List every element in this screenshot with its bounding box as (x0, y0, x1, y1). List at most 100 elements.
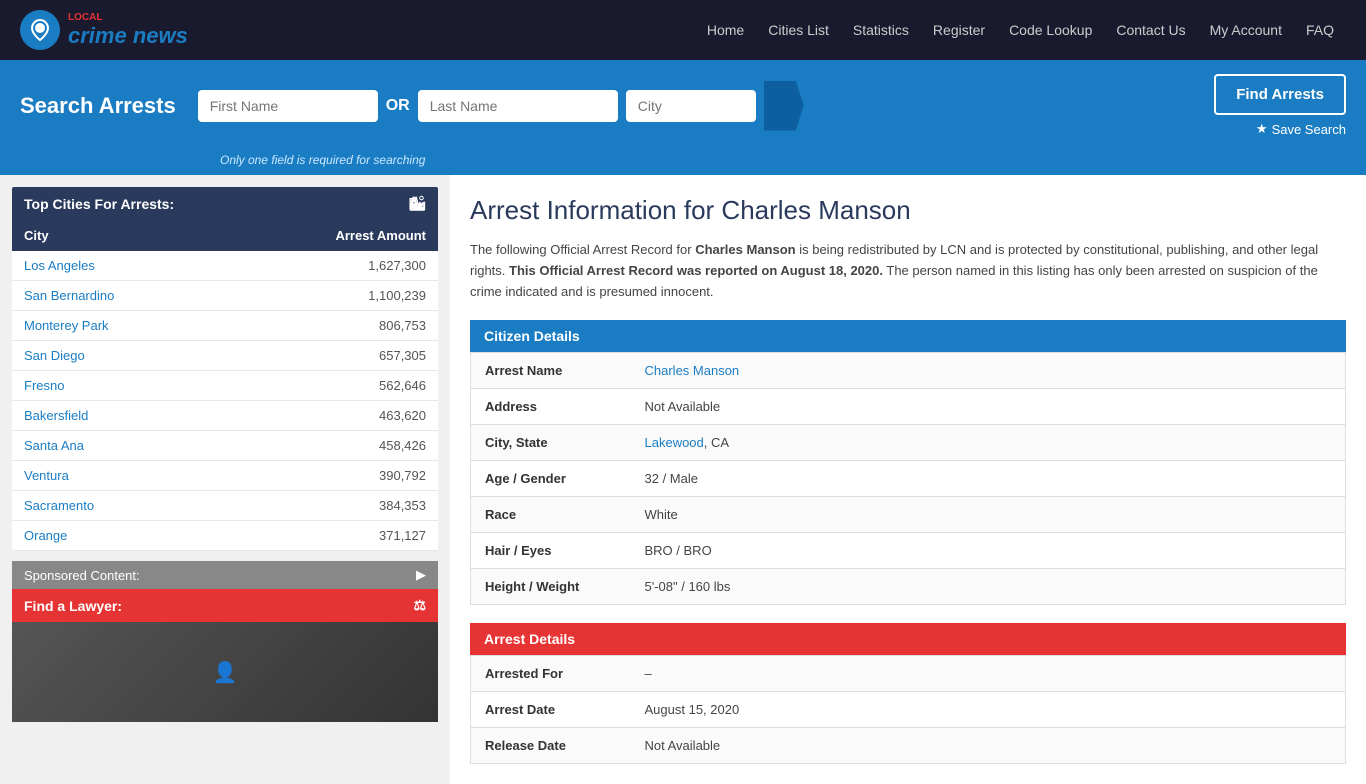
city-link[interactable]: Fresno (24, 378, 64, 393)
find-lawyer-box[interactable]: Find a Lawyer: ⚖ (12, 589, 438, 622)
nav-link-statistics[interactable]: Statistics (841, 0, 921, 60)
detail-label: Arrest Date (471, 692, 631, 728)
city-link[interactable]: Sacramento (24, 498, 94, 513)
play-icon: ▶ (416, 567, 426, 583)
search-hint: Only one field is required for searching (220, 153, 425, 167)
logo[interactable]: LOCAL crime news (20, 10, 188, 50)
last-name-input[interactable] (418, 90, 618, 122)
table-row: Sacramento 384,353 (12, 491, 438, 521)
detail-label: Address (471, 389, 631, 425)
table-row: Fresno 562,646 (12, 371, 438, 401)
city-icon: 🏙 (408, 195, 426, 212)
citizen-details-header: Citizen Details (470, 320, 1346, 352)
arrest-details-table: Arrested For–Arrest DateAugust 15, 2020R… (470, 655, 1346, 764)
arrest-amount: 1,627,300 (225, 251, 438, 281)
city-link[interactable]: San Bernardino (24, 288, 114, 303)
arrest-amount: 371,127 (225, 521, 438, 551)
detail-row: Hair / Eyes BRO / BRO (471, 533, 1346, 569)
city-link[interactable]: San Diego (24, 348, 85, 363)
detail-value: August 15, 2020 (631, 692, 1346, 728)
sponsored-header: Sponsored Content: ▶ (12, 561, 438, 589)
nav-link-home[interactable]: Home (695, 0, 756, 60)
detail-label: Hair / Eyes (471, 533, 631, 569)
table-row: San Bernardino 1,100,239 (12, 281, 438, 311)
save-search-button[interactable]: ★ Save Search (1256, 121, 1346, 137)
detail-row: Height / Weight 5'-08" / 160 lbs (471, 569, 1346, 605)
detail-value-cell: 5'-08" / 160 lbs (631, 569, 1346, 605)
logo-text: LOCAL crime news (68, 12, 188, 49)
detail-value: BRO / BRO (645, 543, 712, 558)
detail-value: 32 / Male (645, 471, 698, 486)
first-name-input[interactable] (198, 90, 378, 122)
detail-row: Arrested For– (471, 656, 1346, 692)
detail-label: Arrest Name (471, 353, 631, 389)
detail-row: City, StateLakewood, CA (471, 425, 1346, 461)
table-row: Bakersfield 463,620 (12, 401, 438, 431)
detail-value: Not Available (631, 728, 1346, 764)
detail-value-cell: Charles Manson (631, 353, 1346, 389)
city-link[interactable]: Los Angeles (24, 258, 95, 273)
detail-value-cell: White (631, 497, 1346, 533)
arrest-name-link[interactable]: Charles Manson (645, 363, 740, 378)
city-link[interactable]: Santa Ana (24, 438, 84, 453)
arrest-amount: 806,753 (225, 311, 438, 341)
find-arrests-button[interactable]: Find Arrests (1214, 74, 1346, 115)
city-state-link[interactable]: Lakewood (645, 435, 704, 450)
detail-label: Height / Weight (471, 569, 631, 605)
detail-label: Race (471, 497, 631, 533)
city-col-header: City (12, 220, 225, 251)
or-label: OR (386, 97, 410, 115)
search-actions: Find Arrests ★ Save Search (1214, 74, 1346, 137)
logo-icon (20, 10, 60, 50)
table-row: Santa Ana 458,426 (12, 431, 438, 461)
city-link[interactable]: Orange (24, 528, 67, 543)
table-row: San Diego 657,305 (12, 341, 438, 371)
detail-row: Arrest DateAugust 15, 2020 (471, 692, 1346, 728)
intro-text: The following Official Arrest Record for… (470, 240, 1346, 302)
arrest-amount: 562,646 (225, 371, 438, 401)
detail-row: Age / Gender 32 / Male (471, 461, 1346, 497)
arrest-amount: 1,100,239 (225, 281, 438, 311)
detail-value: White (645, 507, 678, 522)
city-link[interactable]: Monterey Park (24, 318, 109, 333)
table-row: Los Angeles 1,627,300 (12, 251, 438, 281)
arrow-decoration (764, 81, 804, 131)
detail-value-cell: Lakewood, CA (631, 425, 1346, 461)
arrest-amount: 458,426 (225, 431, 438, 461)
table-row: Orange 371,127 (12, 521, 438, 551)
nav-link-cities-list[interactable]: Cities List (756, 0, 841, 60)
star-icon: ★ (1256, 121, 1268, 137)
detail-value: Not Available (645, 399, 721, 414)
nav-link-code-lookup[interactable]: Code Lookup (997, 0, 1104, 60)
nav-link-register[interactable]: Register (921, 0, 997, 60)
amount-col-header: Arrest Amount (225, 220, 438, 251)
top-cities-header: Top Cities For Arrests: 🏙 (12, 187, 438, 220)
detail-label: City, State (471, 425, 631, 461)
detail-row: Race White (471, 497, 1346, 533)
detail-row: Address Not Available (471, 389, 1346, 425)
nav-link-faq[interactable]: FAQ (1294, 0, 1346, 60)
arrest-amount: 384,353 (225, 491, 438, 521)
lawyer-image: 👤 (12, 622, 438, 722)
city-link[interactable]: Bakersfield (24, 408, 88, 423)
detail-label: Release Date (471, 728, 631, 764)
citizen-details-table: Arrest Name Charles Manson Address Not Avai… (470, 352, 1346, 605)
nav-link-my-account[interactable]: My Account (1198, 0, 1294, 60)
table-row: Monterey Park 806,753 (12, 311, 438, 341)
detail-value: – (631, 656, 1346, 692)
arrest-amount: 463,620 (225, 401, 438, 431)
arrest-details-header: Arrest Details (470, 623, 1346, 655)
city-link[interactable]: Ventura (24, 468, 69, 483)
nav-link-contact-us[interactable]: Contact Us (1104, 0, 1197, 60)
detail-value-cell: 32 / Male (631, 461, 1346, 497)
cities-table: City Arrest Amount Los Angeles1,627,300S… (12, 220, 438, 551)
detail-label: Arrested For (471, 656, 631, 692)
city-input[interactable] (626, 90, 756, 122)
page-title: Arrest Information for Charles Manson (470, 195, 1346, 226)
arrest-amount: 657,305 (225, 341, 438, 371)
detail-value: 5'-08" / 160 lbs (645, 579, 731, 594)
arrest-amount: 390,792 (225, 461, 438, 491)
detail-row: Release DateNot Available (471, 728, 1346, 764)
detail-label: Age / Gender (471, 461, 631, 497)
detail-value-cell: Not Available (631, 389, 1346, 425)
